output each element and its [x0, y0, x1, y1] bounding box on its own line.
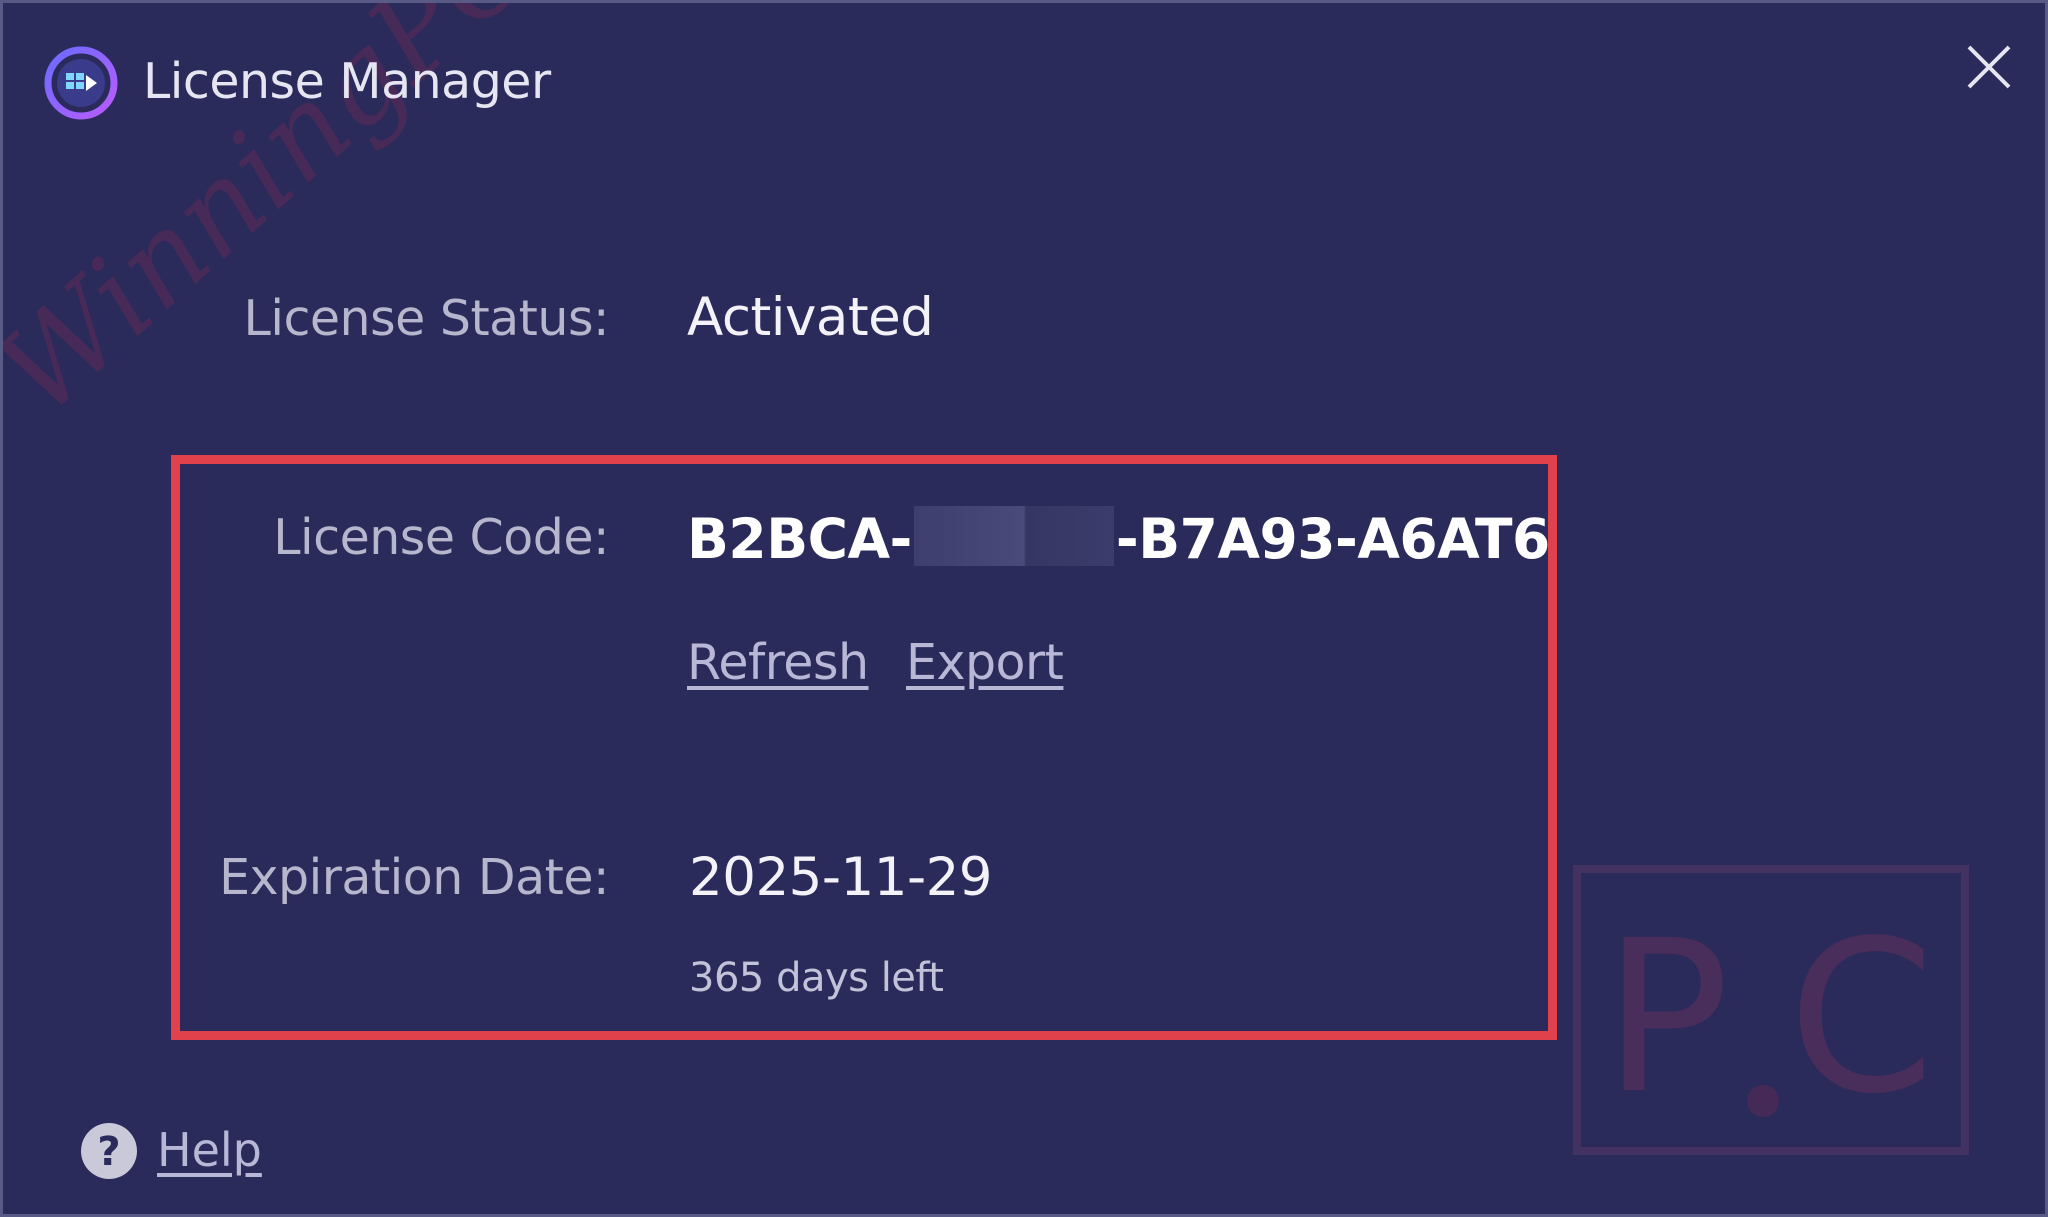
license-code-label: License Code: [273, 509, 609, 566]
refresh-link[interactable]: Refresh [687, 631, 869, 695]
help-circle-icon[interactable]: ? [79, 1121, 139, 1181]
expiration-date-value: 2025-11-29 [689, 847, 993, 908]
license-code-prefix: B2BCA- [687, 507, 912, 571]
days-left-text: 365 days left [689, 955, 944, 1001]
license-code-suffix: -B7A93-A6AT6 [1115, 507, 1550, 571]
export-link[interactable]: Export [906, 631, 1064, 695]
license-status-value: Activated [687, 287, 934, 348]
license-status-label: License Status: [243, 290, 610, 347]
svg-text:?: ? [97, 1129, 120, 1175]
watermark-logo: P C [1573, 865, 1969, 1155]
svg-text:C: C [1788, 895, 1935, 1140]
license-manager-window: WinningPC P C License Manager License St… [0, 0, 2048, 1217]
window-title: License Manager [143, 53, 551, 110]
svg-text:P: P [1603, 895, 1730, 1140]
app-logo-icon [44, 46, 118, 120]
redacted-segment [913, 506, 1114, 566]
help-link[interactable]: Help [157, 1119, 262, 1181]
close-icon[interactable] [1961, 39, 2017, 95]
license-code-value: B2BCA- -B7A93-A6AT6 [687, 503, 1550, 575]
expiration-date-label: Expiration Date: [219, 849, 609, 906]
